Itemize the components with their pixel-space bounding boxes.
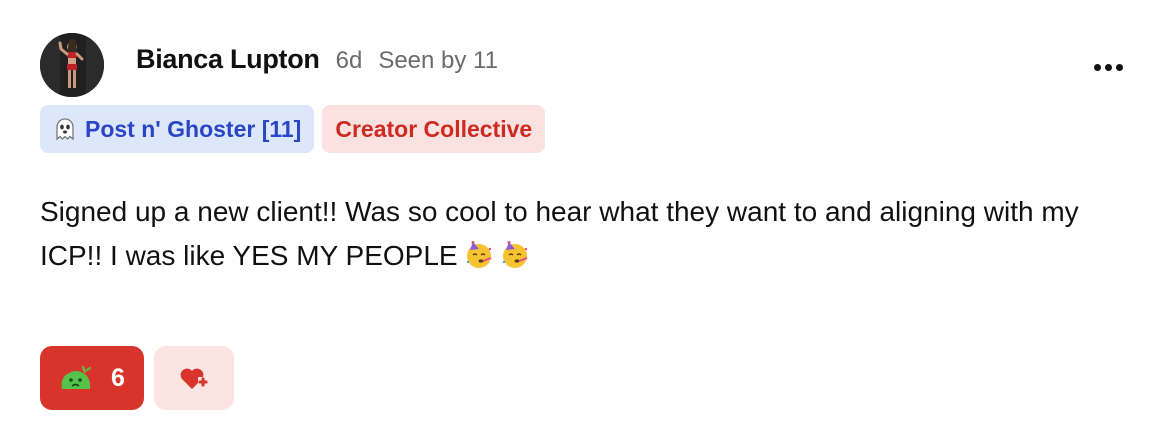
avatar[interactable]: [40, 33, 104, 97]
reaction-count: 6: [111, 363, 125, 392]
tag-label: Creator Collective: [335, 115, 533, 142]
more-horizontal-icon: [1093, 63, 1101, 71]
reaction-button[interactable]: 6: [40, 346, 144, 410]
partying-face-icon: [502, 241, 527, 268]
post-body-text: Signed up a new client!! Was so cool to …: [40, 196, 1079, 271]
seen-count[interactable]: Seen by 11: [378, 47, 498, 75]
tag-post-n-ghoster[interactable]: Post n' Ghoster [11]: [40, 105, 315, 153]
ghost-icon: [56, 118, 74, 141]
avatar-image: [40, 33, 104, 97]
reaction-bar: 6: [40, 346, 234, 410]
post-header: Bianca Lupton 6d Seen by 11: [136, 44, 498, 84]
partying-face-icon: [466, 241, 491, 268]
heart-plus-icon: [180, 368, 208, 389]
green-blob-icon: [61, 365, 92, 389]
more-options-button[interactable]: [1086, 52, 1130, 82]
tag-label: Post n' Ghoster [11]: [85, 115, 302, 142]
post-card: Bianca Lupton 6d Seen by 11 Post n' Ghos…: [0, 0, 1150, 426]
author-name[interactable]: Bianca Lupton: [136, 44, 320, 75]
tag-list: Post n' Ghoster [11] Creator Collective: [40, 105, 546, 153]
add-reaction-button[interactable]: [154, 346, 234, 410]
post-time: 6d: [335, 47, 363, 74]
post-body: Signed up a new client!! Was so cool to …: [40, 190, 1120, 278]
tag-creator-collective[interactable]: Creator Collective: [322, 105, 546, 153]
